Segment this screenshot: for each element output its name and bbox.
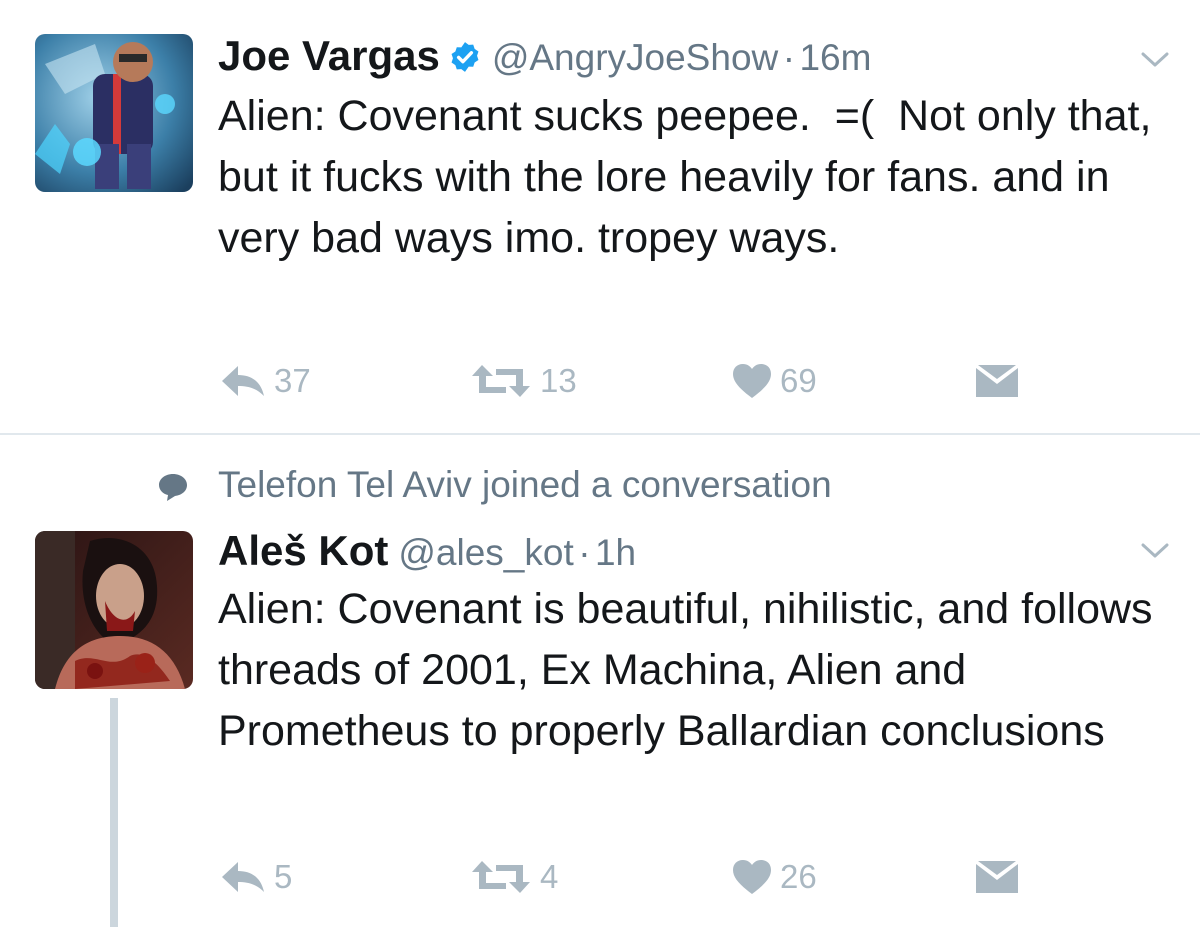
timestamp[interactable]: 16m <box>799 37 871 78</box>
author-name[interactable]: Aleš Kot <box>218 527 388 574</box>
separator-dot: · <box>782 37 796 78</box>
reply-icon <box>222 862 264 892</box>
author-name[interactable]: Joe Vargas <box>218 32 440 79</box>
avatar[interactable] <box>35 531 193 689</box>
reply-button[interactable]: 37 <box>220 356 311 406</box>
author-handle[interactable]: @ales_kot <box>398 532 573 573</box>
like-count: 69 <box>780 362 817 399</box>
tweet-text: Alien: Covenant is beautiful, nihilistic… <box>218 585 1165 755</box>
tweet-header: Joe Vargas @AngryJoeShow · 16m <box>218 32 871 80</box>
envelope-icon <box>976 365 1018 397</box>
retweet-count: 4 <box>540 858 559 895</box>
author-handle[interactable]: @AngryJoeShow <box>492 37 778 78</box>
tweet-header: Aleš Kot @ales_kot · 1h <box>218 527 636 575</box>
envelope-icon <box>976 861 1018 893</box>
chevron-down-icon[interactable] <box>1140 541 1170 561</box>
avatar[interactable] <box>35 34 193 192</box>
retweet-icon <box>472 861 530 893</box>
tweet[interactable]: Joe Vargas @AngryJoeShow · 16m Alien: Cov… <box>0 0 1200 433</box>
separator-dot: · <box>578 532 591 573</box>
retweet-icon <box>472 365 530 397</box>
tweet-actions: 5 4 26 <box>0 852 1200 902</box>
retweet-button[interactable]: 13 <box>470 356 577 406</box>
retweet-button[interactable]: 4 <box>470 852 558 902</box>
heart-icon <box>733 364 771 398</box>
like-button[interactable]: 26 <box>732 852 817 902</box>
heart-icon <box>733 860 771 894</box>
tweet-text: Alien: Covenant sucks peepee. =( Not onl… <box>218 92 1164 262</box>
timestamp[interactable]: 1h <box>595 532 636 573</box>
like-count: 26 <box>780 858 817 895</box>
social-context[interactable]: Telefon Tel Aviv joined a conversation <box>0 460 1200 510</box>
direct-message-button[interactable] <box>975 852 1019 902</box>
verified-badge-icon <box>451 42 479 72</box>
reply-count: 5 <box>274 858 293 895</box>
like-button[interactable]: 69 <box>732 356 817 406</box>
reply-count: 37 <box>274 362 311 399</box>
reply-button[interactable]: 5 <box>220 852 292 902</box>
tweet-actions: 37 13 69 <box>0 356 1200 406</box>
tweet[interactable]: Telefon Tel Aviv joined a conversation A… <box>0 435 1200 927</box>
retweet-count: 13 <box>540 362 577 399</box>
reply-icon <box>222 366 264 396</box>
direct-message-button[interactable] <box>975 356 1019 406</box>
context-text: Telefon Tel Aviv joined a conversation <box>218 464 832 505</box>
speech-bubble-icon <box>159 474 187 501</box>
chevron-down-icon[interactable] <box>1140 50 1170 70</box>
timeline: Joe Vargas @AngryJoeShow · 16m Alien: Cov… <box>0 0 1200 927</box>
